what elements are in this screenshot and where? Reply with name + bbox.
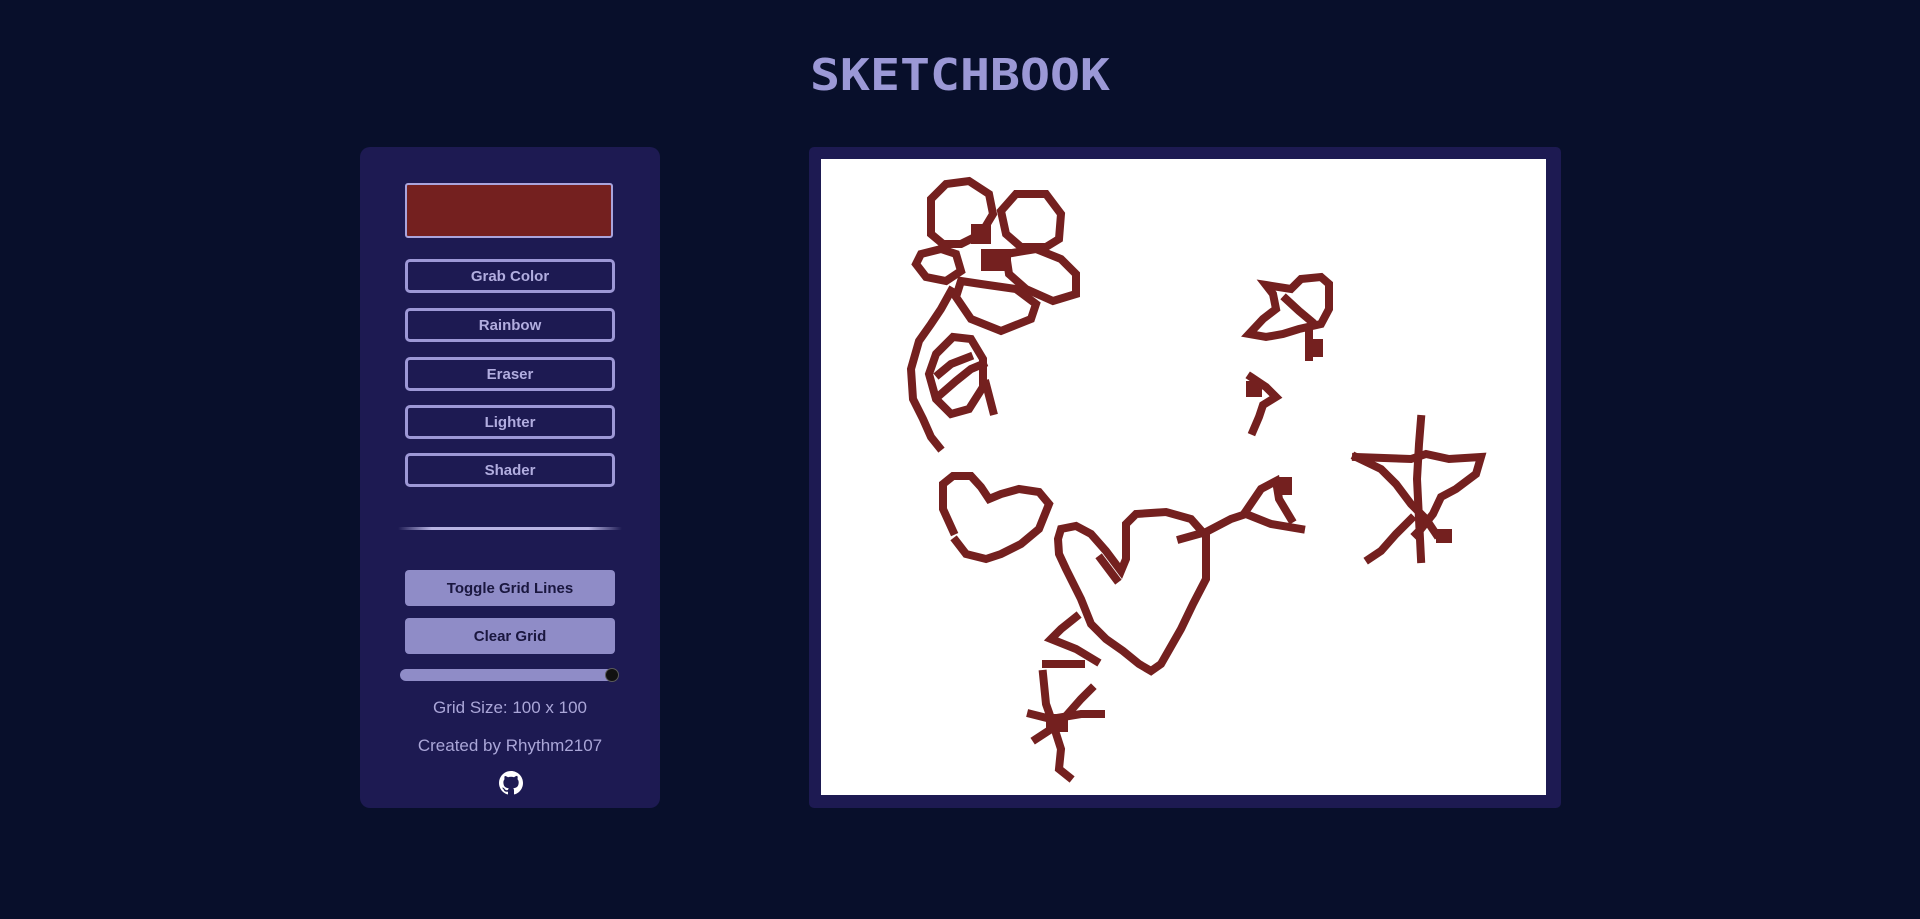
grab-color-button[interactable]: Grab Color (405, 259, 615, 293)
drawing-canvas[interactable] (821, 159, 1546, 795)
clear-grid-button[interactable]: Clear Grid (405, 618, 615, 654)
flower-petal-left (911, 244, 966, 286)
canvas-frame (809, 147, 1561, 808)
flower-petal-top-right (996, 190, 1066, 251)
small-heart (939, 472, 1054, 564)
star-right-ray-bottom-left (1363, 513, 1417, 565)
color-picker[interactable] (405, 183, 613, 238)
shader-button[interactable]: Shader (405, 453, 615, 487)
star-upper-block (1311, 339, 1323, 357)
star-upper-line (1280, 293, 1317, 327)
star-right-block (1436, 529, 1452, 543)
credit-text: Created by Rhythm2107 (417, 736, 603, 755)
app-title-pixel-text: SKETCHBOOK (810, 55, 1111, 95)
flower-center (981, 249, 1011, 271)
grid-size-slider-thumb[interactable] (605, 668, 619, 682)
stem-tail (981, 379, 998, 416)
eraser-button[interactable]: Eraser (405, 357, 615, 391)
arrow-head-block (1276, 477, 1292, 495)
sketch-drawing (906, 176, 1487, 783)
app-title-text: SKETCHBOOK (810, 55, 1111, 95)
divider (398, 527, 622, 530)
github-icon[interactable] (499, 771, 523, 795)
control-panel: Grab Color Rainbow Eraser Lighter Shader… (360, 147, 660, 808)
grid-size-label: Grid Size: 100 x 100 (432, 698, 588, 717)
grid-size-slider[interactable] (400, 669, 616, 681)
sparkle-small-block (1246, 381, 1262, 397)
flower-center-2 (971, 224, 991, 244)
rainbow-button[interactable]: Rainbow (405, 308, 615, 342)
app-title: SKETCHBOOK (0, 40, 1920, 110)
lighter-button[interactable]: Lighter (405, 405, 615, 439)
star-right-ray-left (1350, 451, 1442, 540)
star-right-ray-top (1412, 414, 1426, 564)
sparkle-bottom-block (1046, 714, 1068, 732)
toggle-grid-lines-button[interactable]: Toggle Grid Lines (405, 570, 615, 606)
